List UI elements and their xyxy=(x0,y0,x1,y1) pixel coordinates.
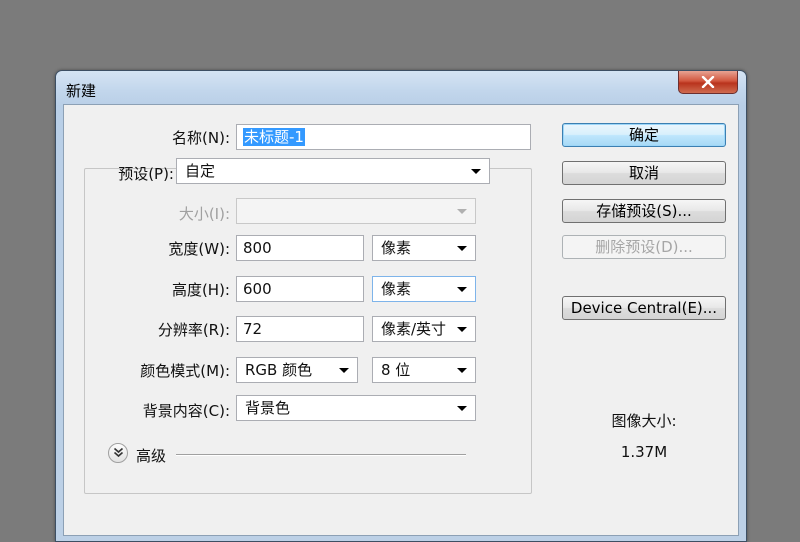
bit-depth-select[interactable]: 8 位 xyxy=(372,357,476,383)
resolution-label: 分辨率(R): xyxy=(157,321,230,339)
size-label: 大小(I): xyxy=(178,205,230,223)
bit-depth-value: 8 位 xyxy=(381,361,411,379)
double-chevron-down-icon xyxy=(113,447,124,458)
background-value: 背景色 xyxy=(245,399,291,417)
preset-label: 预设(P): xyxy=(118,165,174,183)
chevron-down-icon xyxy=(457,406,467,411)
device-central-button[interactable]: Device Central(E)... xyxy=(562,296,726,320)
name-value: 未标题-1 xyxy=(243,128,305,146)
cancel-button[interactable]: 取消 xyxy=(562,161,726,185)
new-document-dialog: 新建 名称(N): 未标题-1 预设(P): 自定 大小(I): 宽度(W): … xyxy=(55,70,747,542)
resolution-input[interactable]: 72 xyxy=(236,316,364,342)
width-unit-value: 像素 xyxy=(381,239,412,257)
chevron-down-icon xyxy=(339,368,349,373)
preset-value: 自定 xyxy=(185,162,216,180)
height-input[interactable]: 600 xyxy=(236,276,364,302)
height-unit-value: 像素 xyxy=(381,280,412,298)
size-select[interactable] xyxy=(236,198,476,224)
resolution-unit-value: 像素/英寸 xyxy=(381,320,447,338)
background-label: 背景内容(C): xyxy=(142,402,230,420)
color-mode-value: RGB 颜色 xyxy=(245,361,313,379)
name-input[interactable]: 未标题-1 xyxy=(236,124,531,150)
preset-select[interactable]: 自定 xyxy=(176,158,490,184)
delete-preset-button[interactable]: 删除预设(D)... xyxy=(562,235,726,259)
chevron-down-icon xyxy=(457,327,467,332)
chevron-down-icon xyxy=(457,209,467,214)
background-select[interactable]: 背景色 xyxy=(236,395,476,421)
save-preset-button[interactable]: 存储预设(S)... xyxy=(562,199,726,223)
resolution-unit-select[interactable]: 像素/英寸 xyxy=(372,316,476,342)
height-label: 高度(H): xyxy=(171,281,230,299)
name-label: 名称(N): xyxy=(172,129,230,147)
width-label: 宽度(W): xyxy=(168,240,230,258)
height-unit-select[interactable]: 像素 xyxy=(372,276,476,302)
dialog-title: 新建 xyxy=(66,82,97,100)
close-button[interactable] xyxy=(678,71,738,94)
width-unit-select[interactable]: 像素 xyxy=(372,235,476,261)
advanced-divider xyxy=(176,454,466,456)
chevron-down-icon xyxy=(457,246,467,251)
chevron-down-icon xyxy=(457,287,467,292)
close-icon xyxy=(701,76,715,88)
dialog-body: 名称(N): 未标题-1 预设(P): 自定 大小(I): 宽度(W): 800… xyxy=(63,104,739,536)
chevron-down-icon xyxy=(457,368,467,373)
color-mode-select[interactable]: RGB 颜色 xyxy=(236,357,358,383)
advanced-label: 高级 xyxy=(136,447,167,465)
image-size-value: 1.37M xyxy=(620,443,668,461)
color-mode-label: 颜色模式(M): xyxy=(140,362,230,380)
image-size-label: 图像大小: xyxy=(611,412,677,430)
width-input[interactable]: 800 xyxy=(236,235,364,261)
advanced-toggle[interactable] xyxy=(108,443,128,463)
chevron-down-icon xyxy=(471,169,481,174)
ok-button[interactable]: 确定 xyxy=(562,123,726,147)
